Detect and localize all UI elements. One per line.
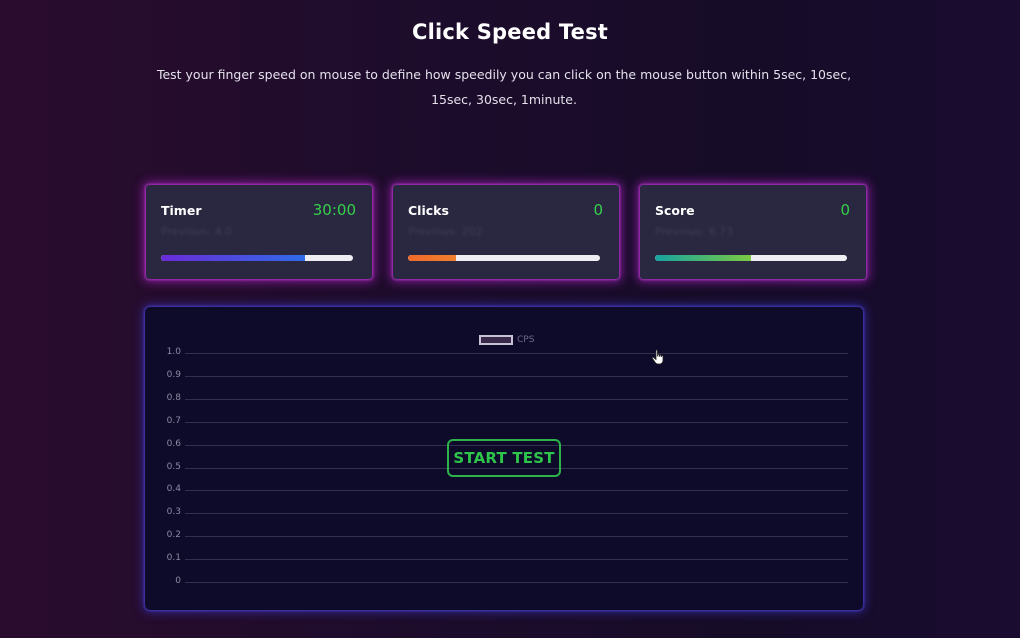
score-card: Score 0 Previous: 6.73: [640, 185, 866, 279]
grid-line: [185, 559, 848, 561]
legend-swatch-cps[interactable]: [479, 335, 513, 345]
timer-progress-fill: [161, 255, 305, 261]
y-tick-label: 0.5: [166, 461, 181, 472]
chart-legend[interactable]: CPS: [479, 335, 534, 345]
grid-line: [185, 398, 848, 400]
score-previous: Previous: 6.73: [655, 225, 734, 238]
clicks-value: 0: [593, 201, 603, 219]
start-test-button[interactable]: START TEST: [447, 439, 561, 477]
y-tick-label: 1.0: [166, 347, 181, 357]
page-title: Click Speed Test: [411, 20, 609, 44]
grid-line: [185, 375, 848, 377]
timer-value: 30:00: [312, 201, 356, 219]
timer-previous: Previous: 4.0: [161, 225, 233, 238]
y-tick-label: 0.9: [166, 369, 181, 380]
hand-pointer-icon: [651, 349, 664, 365]
y-tick-label: 0.1: [166, 553, 181, 564]
grid-line: [185, 513, 848, 515]
cps-chart[interactable]: CPS 1.0 0.9 0.8 0.7 0.6 0.5 0.4 0.3 0.2 0.1 0 STAR…: [145, 307, 863, 610]
y-tick-label: 0.3: [166, 507, 181, 518]
score-progress-bar: [655, 255, 847, 261]
page-description: Test your finger speed on mouse to defin…: [156, 67, 852, 107]
grid-line: [185, 421, 848, 423]
grid-line: [185, 582, 848, 583]
clicks-progress-fill: [408, 255, 456, 261]
grid-line: [185, 353, 848, 354]
timer-progress-bar: [161, 255, 353, 261]
timer-card: Timer 30:00 Previous: 4.0: [146, 185, 372, 279]
y-tick-label: 0.6: [166, 438, 181, 449]
timer-label: Timer: [161, 203, 202, 218]
clicks-progress-bar: [408, 255, 600, 261]
grid-line: [185, 536, 848, 538]
legend-label-cps: CPS: [517, 335, 535, 345]
clicks-label: Clicks: [408, 203, 449, 218]
y-tick-label: 0.7: [166, 415, 181, 426]
score-value: 0: [840, 201, 850, 219]
clicks-previous: Previous: 202: [408, 225, 483, 238]
y-tick-label: 0.4: [166, 484, 181, 495]
score-label: Score: [655, 203, 695, 218]
y-tick-label: 0.8: [166, 392, 181, 403]
y-tick-label: 0.2: [166, 530, 181, 541]
score-progress-fill: [655, 255, 751, 261]
clicks-card: Clicks 0 Previous: 202: [393, 185, 619, 279]
y-tick-label: 0: [175, 576, 181, 586]
grid-line: [185, 490, 848, 492]
